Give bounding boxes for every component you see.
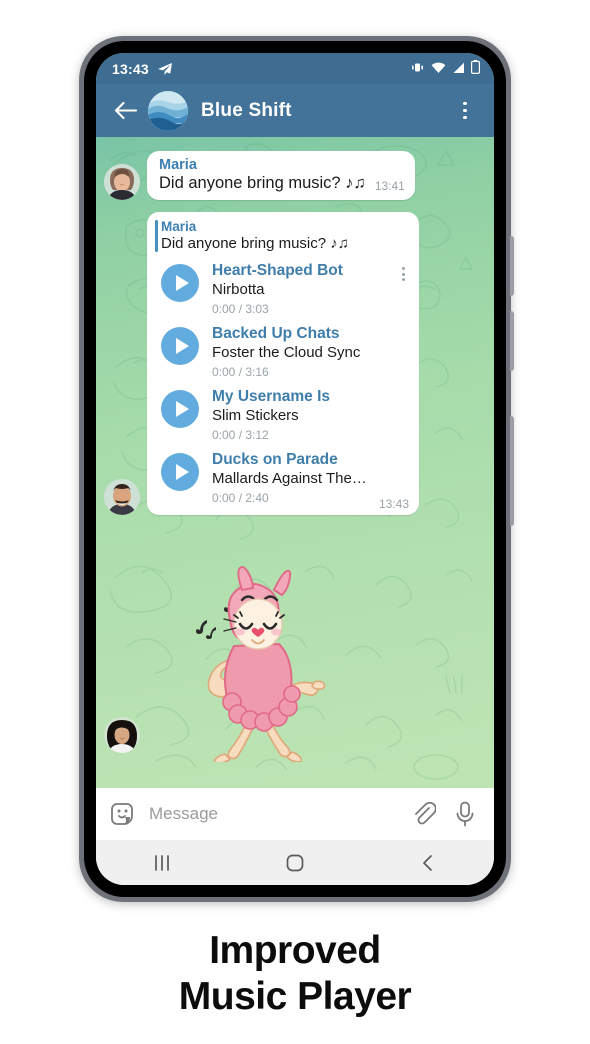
track-title: Heart-Shaped Bot <box>212 262 343 279</box>
track-progress: 0:00 / 3:16 <box>212 364 269 379</box>
track-artist: Foster the Cloud Sync <box>212 344 361 362</box>
play-icon <box>175 463 189 480</box>
track-artist: Nirbotta <box>212 281 265 299</box>
track-progress: 0:00 / 3:03 <box>212 301 269 316</box>
caption: Improved Music Player <box>0 928 590 1020</box>
wifi-icon <box>431 61 446 77</box>
chat-message-list[interactable]: Maria Did anyone bring music? ♪♫ 13:41 M… <box>96 137 494 788</box>
app-header: Blue Shift <box>96 84 494 137</box>
quoted-reply[interactable]: Maria Did anyone bring music? ♪♫ <box>147 212 419 258</box>
music-message-row[interactable]: Maria Did anyone bring music? ♪♫ Heart-S… <box>104 212 419 515</box>
telegram-send-icon <box>157 62 173 76</box>
message-input[interactable] <box>149 804 402 824</box>
paperclip-icon[interactable] <box>410 801 437 827</box>
track-list: Heart-Shaped Bot Nirbotta 0:00 / 3:03 Backe… <box>147 258 419 510</box>
play-icon <box>175 337 189 354</box>
track-overflow-menu-icon[interactable] <box>396 264 410 284</box>
sender-avatar[interactable] <box>104 478 140 515</box>
track-artist: Mallards Against The… <box>212 470 367 487</box>
quoted-sender: Maria <box>161 219 197 234</box>
phone-frame: 13:43 Blue Shift Maria Did anyone bring … <box>79 36 514 902</box>
phone-screen: 13:43 Blue Shift Maria Did anyone bring … <box>96 53 494 885</box>
play-button[interactable] <box>161 452 199 491</box>
track-meta: My Username Is Slim Stickers 0:00 / 3:12 <box>212 387 409 442</box>
track-title: Backed Up Chats <box>212 324 340 342</box>
message-sender: Maria <box>159 157 197 173</box>
play-button[interactable] <box>161 264 199 302</box>
play-icon <box>175 400 189 417</box>
caption-line-2: Music Player <box>178 975 412 1019</box>
message-input-bar <box>96 788 494 840</box>
microphone-icon[interactable] <box>454 801 478 827</box>
track-title: Ducks on Parade <box>212 450 338 468</box>
message-timestamp: 13:43 <box>378 496 409 511</box>
volume-down-button[interactable] <box>510 311 514 371</box>
message-row[interactable]: Maria Did anyone bring music? ♪♫ 13:41 <box>104 151 415 200</box>
status-icons <box>410 60 481 77</box>
status-time: 13:43 <box>112 60 149 77</box>
signal-icon <box>452 61 465 77</box>
recents-icon[interactable] <box>132 843 192 883</box>
android-nav-bar <box>96 840 494 885</box>
back-arrow-icon <box>114 101 137 120</box>
message-timestamp: 13:41 <box>374 179 405 193</box>
home-icon[interactable] <box>265 843 325 883</box>
volume-up-button[interactable] <box>510 236 514 296</box>
chat-avatar[interactable] <box>148 90 188 131</box>
battery-icon <box>471 60 481 77</box>
quoted-text: Did anyone bring music? ♪♫ <box>161 235 350 252</box>
power-button[interactable] <box>510 416 514 526</box>
message-bubble[interactable]: Maria Did anyone bring music? ♪♫ 13:41 <box>147 151 415 200</box>
play-button[interactable] <box>161 389 199 428</box>
play-icon <box>175 275 189 291</box>
back-icon[interactable] <box>398 843 458 883</box>
track-progress: 0:00 / 3:12 <box>212 427 269 442</box>
track-meta: Heart-Shaped Bot Nirbotta 0:00 / 3:03 <box>212 261 409 316</box>
track-row[interactable]: Heart-Shaped Bot Nirbotta 0:00 / 3:03 <box>147 258 419 321</box>
music-message-bubble[interactable]: Maria Did anyone bring music? ♪♫ Heart-S… <box>147 212 419 515</box>
overflow-menu-icon[interactable] <box>450 94 480 128</box>
status-bar: 13:43 <box>96 53 494 84</box>
play-button[interactable] <box>161 326 199 365</box>
track-row[interactable]: My Username Is Slim Stickers 0:00 / 3:12 <box>147 384 419 447</box>
maria-avatar[interactable] <box>104 164 140 200</box>
track-row[interactable]: Backed Up Chats Foster the Cloud Sync 0:00… <box>147 321 419 384</box>
page-title: Blue Shift <box>201 99 292 121</box>
message-text: Did anyone bring music? ♪♫ <box>159 174 366 192</box>
track-meta: Backed Up Chats Foster the Cloud Sync 0:00… <box>212 324 409 379</box>
caption-line-1: Improved <box>209 929 381 972</box>
track-artist: Slim Stickers <box>212 407 299 425</box>
back-button[interactable] <box>108 94 142 128</box>
sticker-sender-avatar[interactable] <box>104 717 140 753</box>
vibrate-icon <box>410 61 425 77</box>
track-title: My Username Is <box>212 387 331 405</box>
sticker-smiley-icon[interactable] <box>108 800 136 828</box>
dancing-pink-llama-sticker[interactable] <box>164 562 354 762</box>
